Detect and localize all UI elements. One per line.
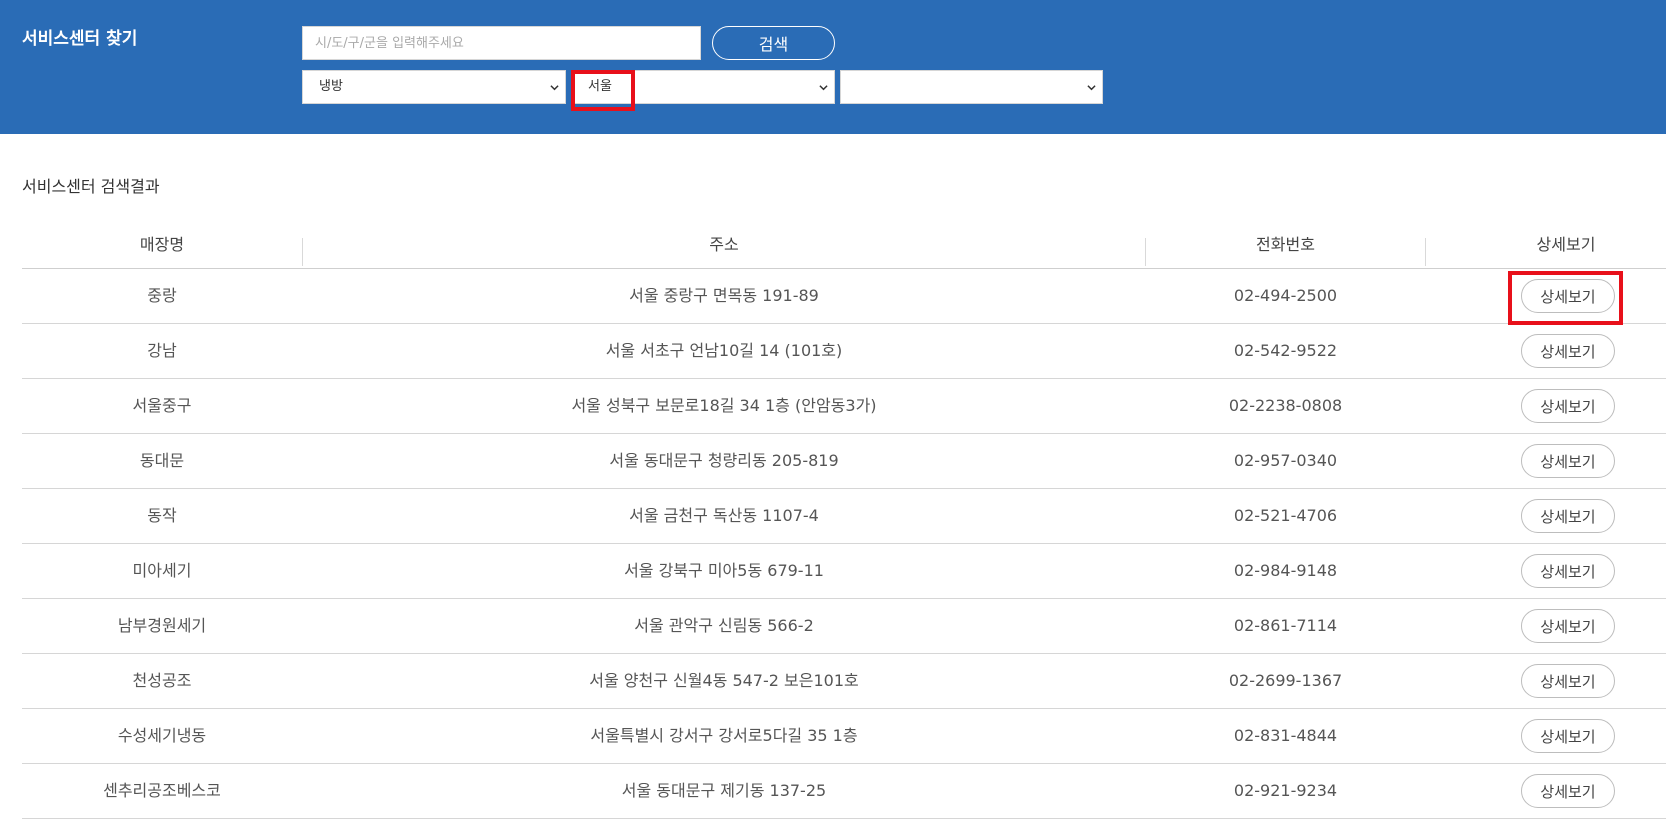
region-select-highlight: [571, 70, 635, 111]
detail-button[interactable]: 상세보기: [1521, 664, 1615, 698]
district-select[interactable]: [840, 70, 1103, 104]
store-address: 서울 동대문구 제기동 137-25: [621, 781, 827, 800]
detail-button[interactable]: 상세보기: [1521, 444, 1615, 478]
table-row: 미아세기 서울 강북구 미아5동 679-11 02-984-9148 상세보기: [22, 544, 1666, 599]
store-name: 미아세기: [132, 561, 192, 580]
detail-button-highlight: [1508, 271, 1623, 325]
table-row: 강남 서울 서초구 언남10길 14 (101호) 02-542-9522 상세보기: [22, 324, 1666, 379]
table-row: 수성세기냉동 서울특별시 강서구 강서로5다길 35 1층 02-831-4844 상…: [22, 709, 1666, 764]
store-phone: 02-2238-0808: [1228, 396, 1343, 415]
store-phone: 02-957-0340: [1233, 451, 1338, 470]
store-address: 서울 성북구 보문로18길 34 1층 (안암동3가): [571, 396, 877, 415]
detail-button[interactable]: 상세보기: [1521, 609, 1615, 643]
chevron-down-icon: [1087, 85, 1096, 91]
detail-button[interactable]: 상세보기: [1521, 774, 1615, 808]
store-phone: 02-494-2500: [1233, 286, 1338, 305]
store-name: 동대문: [139, 451, 185, 470]
store-address: 서울 양천구 신월4동 547-2 보은101호: [589, 671, 859, 690]
detail-button[interactable]: 상세보기: [1521, 389, 1615, 423]
store-name: 중랑: [147, 286, 177, 305]
store-phone: 02-921-9234: [1233, 781, 1338, 800]
column-header-address: 주소: [709, 235, 739, 254]
store-phone: 02-861-7114: [1233, 616, 1338, 635]
results-table: 매장명 주소 전화번호 상세보기 중랑 서울 중랑구 면목동 191-89 02-4…: [22, 230, 1666, 819]
table-row: 중랑 서울 중랑구 면목동 191-89 02-494-2500 상세보기: [22, 269, 1666, 324]
store-address: 서울 동대문구 청량리동 205-819: [609, 451, 839, 470]
column-header-name: 매장명: [139, 235, 185, 254]
chevron-down-icon: [819, 85, 828, 91]
detail-button[interactable]: 상세보기: [1521, 499, 1615, 533]
column-header-phone: 전화번호: [1256, 235, 1315, 254]
store-phone: 02-542-9522: [1233, 341, 1338, 360]
store-name: 강남: [147, 341, 177, 360]
search-input[interactable]: [302, 26, 701, 60]
search-button[interactable]: 검색: [712, 26, 835, 60]
table-row: 천성공조 서울 양천구 신월4동 547-2 보은101호 02-2699-1367…: [22, 654, 1666, 709]
table-row: 남부경원세기 서울 관악구 신림동 566-2 02-861-7114 상세보기: [22, 599, 1666, 654]
table-row: 동작 서울 금천구 독산동 1107-4 02-521-4706 상세보기: [22, 489, 1666, 544]
detail-button[interactable]: 상세보기: [1521, 554, 1615, 588]
store-phone: 02-521-4706: [1233, 506, 1338, 525]
store-name: 천성공조: [132, 671, 192, 690]
column-header-detail: 상세보기: [1536, 235, 1596, 254]
page-title: 서비스센터 찾기: [22, 29, 138, 49]
table-row: 동대문 서울 동대문구 청량리동 205-819 02-957-0340 상세보기: [22, 434, 1666, 489]
store-address: 서울특별시 강서구 강서로5다길 35 1층: [590, 726, 858, 745]
results-title: 서비스센터 검색결과: [22, 177, 160, 196]
store-name: 센추리공조베스코: [103, 781, 221, 800]
store-address: 서울 서초구 언남10길 14 (101호): [605, 341, 843, 360]
search-header: 서비스센터 찾기 검색 냉방 서울: [0, 0, 1666, 134]
store-phone: 02-831-4844: [1233, 726, 1338, 745]
table-header: 매장명 주소 전화번호 상세보기: [22, 230, 1666, 269]
store-name: 남부경원세기: [117, 616, 207, 635]
store-address: 서울 관악구 신림동 566-2: [634, 616, 814, 635]
store-address: 서울 중랑구 면목동 191-89: [629, 286, 819, 305]
store-address: 서울 강북구 미아5동 679-11: [624, 561, 824, 580]
store-phone: 02-984-9148: [1233, 561, 1338, 580]
store-name: 서울중구: [132, 396, 192, 415]
store-phone: 02-2699-1367: [1228, 671, 1343, 690]
detail-button[interactable]: 상세보기: [1521, 719, 1615, 753]
chevron-down-icon: [550, 85, 559, 91]
table-body: 중랑 서울 중랑구 면목동 191-89 02-494-2500 상세보기 강남 서울 서…: [22, 269, 1666, 819]
store-name: 수성세기냉동: [117, 726, 207, 745]
category-select[interactable]: 냉방: [302, 70, 566, 104]
detail-button[interactable]: 상세보기: [1521, 334, 1615, 368]
category-select-value: 냉방: [319, 79, 343, 94]
table-row: 센추리공조베스코 서울 동대문구 제기동 137-25 02-921-9234 상세보…: [22, 764, 1666, 819]
store-name: 동작: [147, 506, 177, 525]
table-row: 서울중구 서울 성북구 보문로18길 34 1층 (안암동3가) 02-2238-0…: [22, 379, 1666, 434]
store-address: 서울 금천구 독산동 1107-4: [629, 506, 819, 525]
